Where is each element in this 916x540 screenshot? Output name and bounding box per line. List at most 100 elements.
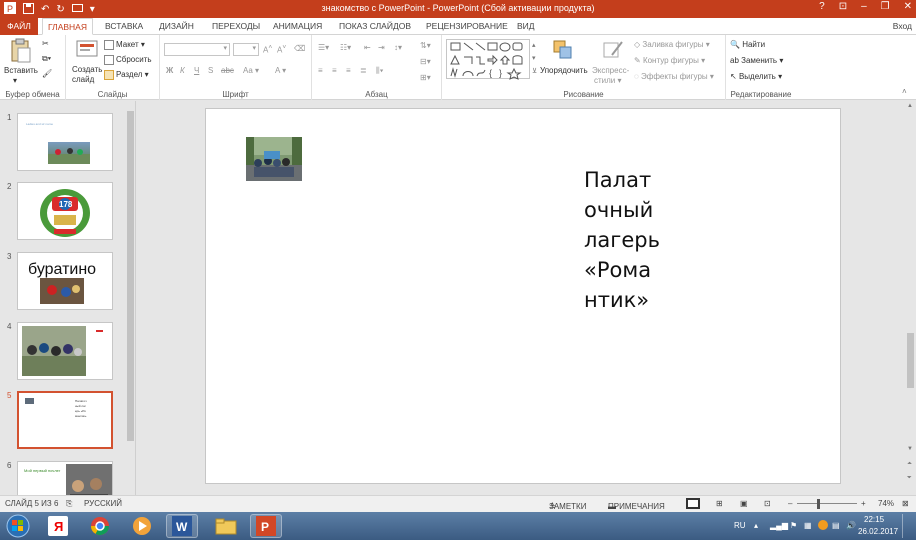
cut-icon[interactable]: ✂ bbox=[42, 39, 49, 48]
paste-button[interactable]: Вставить bbox=[4, 66, 38, 75]
media-player-taskbar-icon[interactable] bbox=[126, 514, 158, 538]
align-left-icon[interactable]: ≡ bbox=[318, 66, 323, 75]
section-button[interactable]: Раздел ▾ bbox=[104, 70, 149, 80]
new-slide-label-2[interactable]: слайд bbox=[72, 75, 94, 84]
network-icon[interactable]: ▦ bbox=[804, 521, 812, 530]
chat-icon[interactable]: ▤ bbox=[832, 521, 840, 530]
chrome-taskbar-icon[interactable] bbox=[84, 514, 116, 538]
restore-button[interactable]: ❐ bbox=[881, 1, 890, 12]
decrease-indent-icon[interactable]: ⇤ bbox=[364, 43, 371, 52]
language-tray[interactable]: RU bbox=[734, 521, 746, 530]
slide-sorter-icon[interactable]: ⊞ bbox=[716, 499, 723, 508]
shapes-more-icon[interactable]: ▴ ▾ ⊻ bbox=[532, 39, 540, 78]
bold-button[interactable]: Ж bbox=[166, 66, 173, 75]
tray-arrow-icon[interactable]: ▴ bbox=[754, 521, 758, 530]
arrange-button[interactable]: Упорядочить bbox=[540, 66, 588, 75]
smartart-icon[interactable]: ⊞▾ bbox=[420, 73, 431, 82]
language-indicator[interactable]: РУССКИЙ bbox=[84, 499, 122, 508]
shape-effects-button[interactable]: ◌ Эффекты фигуры ▾ bbox=[634, 72, 714, 81]
new-slide-label-1[interactable]: Создать bbox=[72, 65, 102, 74]
reading-view-icon[interactable]: ▣ bbox=[740, 499, 748, 508]
align-center-icon[interactable]: ≡ bbox=[332, 66, 337, 75]
underline-button[interactable]: Ч bbox=[194, 66, 199, 75]
next-slide-icon[interactable]: ⏷ bbox=[907, 475, 912, 482]
clock-date[interactable]: 26.02.2017 bbox=[858, 527, 898, 536]
scroll-up-icon[interactable]: ▲ bbox=[907, 103, 913, 109]
grow-font-button[interactable]: A˄ bbox=[263, 44, 272, 55]
zoom-out-button[interactable]: – bbox=[788, 499, 792, 508]
slide-thumbnail-6[interactable]: Мой первый ночлег bbox=[17, 461, 113, 495]
zoom-slider-thumb[interactable] bbox=[817, 499, 820, 509]
text-direction-icon[interactable]: ⇅▾ bbox=[420, 41, 431, 50]
shrink-font-button[interactable]: A˅ bbox=[277, 44, 286, 55]
strikethrough-button[interactable]: S bbox=[208, 66, 213, 75]
start-button[interactable] bbox=[4, 514, 32, 538]
tab-review[interactable]: РЕЦЕНЗИРОВАНИЕ bbox=[421, 18, 513, 35]
tab-view[interactable]: ВИД bbox=[512, 18, 540, 35]
layout-button[interactable]: Макет ▾ bbox=[104, 40, 145, 50]
arrange-icon[interactable] bbox=[552, 39, 574, 61]
change-case-button[interactable]: Aa ▾ bbox=[243, 66, 259, 75]
scroll-down-icon[interactable]: ▼ bbox=[907, 446, 913, 452]
character-spacing-button[interactable]: abc bbox=[221, 66, 234, 75]
slide-thumbnail-4[interactable] bbox=[17, 322, 113, 380]
shape-outline-button[interactable]: ✎ Контур фигуры ▾ bbox=[634, 56, 705, 65]
font-size-combo[interactable]: ▾ bbox=[233, 43, 259, 56]
tab-animations[interactable]: АНИМАЦИЯ bbox=[268, 18, 327, 35]
quick-styles-label-1[interactable]: Экспресс- bbox=[592, 66, 629, 75]
copy-icon[interactable]: ⧉▾ bbox=[42, 54, 51, 64]
slide-thumbnail-1[interactable]: Ladies and sir name bbox=[17, 113, 113, 171]
help-button[interactable]: ? bbox=[819, 1, 825, 12]
increase-indent-icon[interactable]: ⇥ bbox=[378, 43, 385, 52]
tab-slideshow[interactable]: ПОКАЗ СЛАЙДОВ bbox=[334, 18, 416, 35]
camp-photo[interactable] bbox=[246, 137, 302, 181]
numbering-icon[interactable]: ☷▾ bbox=[340, 43, 351, 52]
tab-transitions[interactable]: ПЕРЕХОДЫ bbox=[207, 18, 265, 35]
close-button[interactable]: ✕ bbox=[904, 1, 912, 12]
slide-title-text[interactable]: Палаточный лагерь «Романтик» bbox=[584, 165, 664, 315]
tab-home[interactable]: ГЛАВНАЯ bbox=[42, 18, 93, 35]
shape-fill-button[interactable]: ◇ Заливка фигуры ▾ bbox=[634, 40, 710, 49]
slide-thumbnail-2[interactable]: 178 bbox=[17, 182, 113, 240]
clear-formatting-icon[interactable]: ⌫ bbox=[294, 44, 305, 53]
align-right-icon[interactable]: ≡ bbox=[346, 66, 351, 75]
zoom-slider-track[interactable] bbox=[797, 503, 857, 504]
align-text-icon[interactable]: ⊟▾ bbox=[420, 57, 431, 66]
ribbon-display-options-icon[interactable]: ⊡ bbox=[839, 1, 847, 12]
explorer-taskbar-icon[interactable] bbox=[210, 514, 242, 538]
fit-slide-icon[interactable]: ⊠ bbox=[902, 499, 909, 508]
normal-view-icon[interactable] bbox=[686, 498, 700, 511]
tab-insert[interactable]: ВСТАВКА bbox=[100, 18, 148, 35]
replace-button[interactable]: ab Заменить ▾ bbox=[730, 56, 783, 65]
shapes-gallery[interactable]: { } bbox=[446, 39, 530, 80]
current-slide[interactable]: Палаточный лагерь «Романтик» bbox=[205, 108, 841, 484]
font-color-button[interactable]: A ▾ bbox=[275, 66, 286, 75]
slideshow-view-icon[interactable]: ⊡ bbox=[764, 499, 771, 508]
format-painter-icon[interactable]: 🖌 bbox=[42, 69, 52, 78]
justify-icon[interactable]: ≣ bbox=[360, 66, 367, 75]
tab-file[interactable]: ФАЙЛ bbox=[0, 18, 38, 35]
quick-styles-label-2[interactable]: стили ▾ bbox=[594, 76, 622, 85]
new-slide-icon[interactable] bbox=[76, 38, 98, 60]
antivirus-icon[interactable] bbox=[818, 520, 828, 530]
zoom-level[interactable]: 74% bbox=[878, 499, 894, 508]
powerpoint-taskbar-icon[interactable]: P bbox=[250, 514, 282, 538]
volume-icon[interactable]: 🔊 bbox=[846, 521, 856, 530]
clock-time[interactable]: 22:15 bbox=[864, 515, 884, 524]
slide-scrollbar-thumb[interactable] bbox=[907, 333, 914, 388]
paste-dropdown-icon[interactable]: ▾ bbox=[13, 76, 17, 85]
line-spacing-icon[interactable]: ↕▾ bbox=[394, 43, 402, 52]
flag-icon[interactable]: ⚑ bbox=[790, 521, 797, 530]
slide-scrollbar[interactable]: ▲ ▼ ⏶ ⏷ bbox=[905, 101, 916, 495]
sign-in-link[interactable]: Вход bbox=[893, 21, 912, 31]
bullets-icon[interactable]: ☰▾ bbox=[318, 43, 329, 52]
spellcheck-icon[interactable]: ⎘ bbox=[66, 499, 72, 509]
collapse-ribbon-icon[interactable]: ˄ bbox=[902, 87, 907, 96]
paste-icon[interactable] bbox=[9, 38, 31, 63]
previous-slide-icon[interactable]: ⏶ bbox=[907, 461, 912, 468]
reset-button[interactable]: Сбросить bbox=[104, 55, 152, 65]
font-name-combo[interactable]: ▾ bbox=[164, 43, 230, 56]
italic-button[interactable]: К bbox=[180, 66, 185, 75]
slide-thumbnail-3[interactable]: буратино bbox=[17, 252, 113, 310]
select-button[interactable]: ↖ Выделить ▾ bbox=[730, 72, 782, 81]
